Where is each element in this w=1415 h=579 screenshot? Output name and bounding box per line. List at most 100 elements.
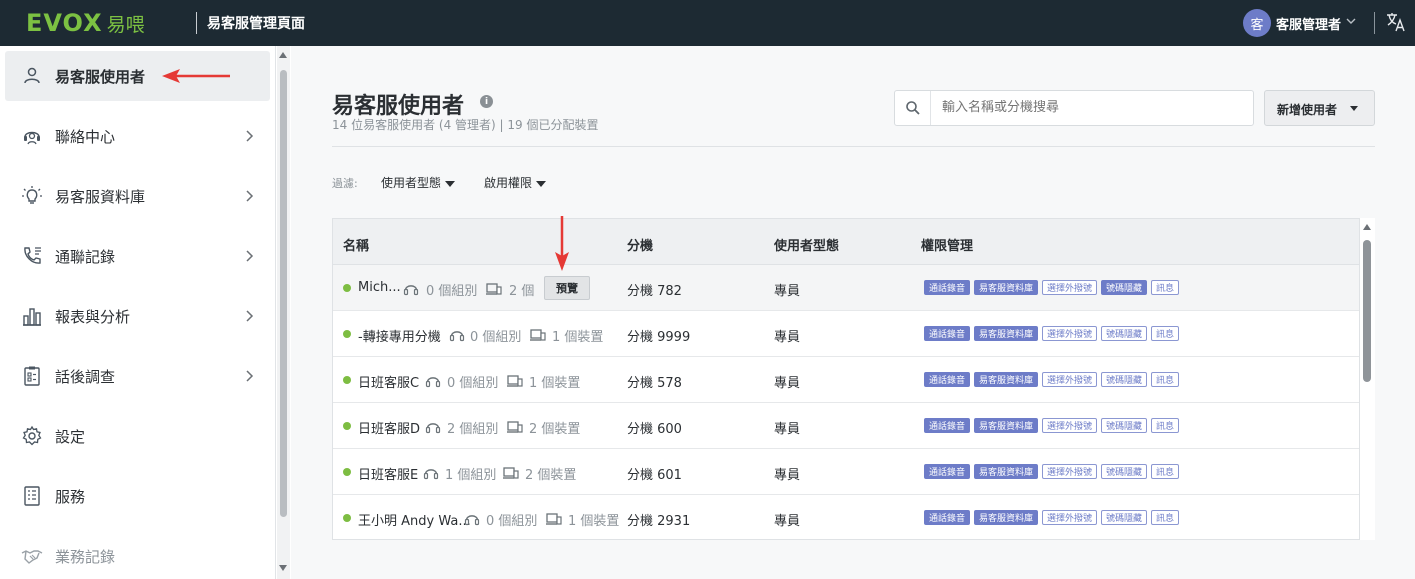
permission-badge[interactable]: 易客服資料庫 [974,464,1038,479]
table-row[interactable]: 日班客服C 0 個組別 1 個裝置 分機 578 專員 通話錄音 易客服資料庫 選擇外撥號 號碼… [333,357,1359,403]
devices-icon [530,329,546,341]
scroll-down-arrow-icon[interactable] [279,565,287,571]
scrollbar-thumb[interactable] [1363,240,1371,382]
permission-badge[interactable]: 易客服資料庫 [974,326,1038,341]
user-name[interactable]: Mich... [358,280,401,295]
user-type-cell: 專員 [774,284,801,299]
permission-badge[interactable]: 易客服資料庫 [974,372,1038,387]
filter-user-type[interactable]: 使用者型態 [381,174,456,191]
sidebar-item-label: 易客服資料庫 [55,187,146,206]
sidebar-item-survey[interactable]: 話後調查 [5,351,270,401]
permission-badge[interactable]: 通話錄音 [924,372,970,387]
permission-badge[interactable]: 選擇外撥號 [1042,326,1097,341]
sidebar-item-contact-center[interactable]: 聯絡中心 [5,111,270,161]
permission-badge[interactable]: 號碼隱藏 [1101,510,1147,525]
devices-icon [503,467,519,479]
sidebar-item-settings[interactable]: 設定 [5,411,270,461]
permission-badge[interactable]: 易客服資料庫 [974,510,1038,525]
scroll-up-arrow-icon[interactable] [1363,224,1371,230]
table-row[interactable]: 日班客服E 1 個組別 2 個裝置 分機 601 專員 通話錄音 易客服資料庫 選擇外撥號 號碼… [333,449,1359,495]
permission-badge[interactable]: 訊息 [1151,510,1179,525]
permission-badge[interactable]: 訊息 [1151,464,1179,479]
scrollbar-thumb[interactable] [280,70,287,517]
add-user-button[interactable]: 新增使用者 [1264,90,1375,126]
table-row[interactable]: Mich... 0 個組別 2 個預覽 分機 782 專員 通話錄音 易客服資料庫 選擇外撥號… [333,265,1359,311]
table-scrollbar[interactable] [1360,218,1375,540]
extension-cell: 分機 9999 [627,330,691,345]
permission-badge[interactable]: 訊息 [1151,372,1179,387]
permission-badge[interactable]: 選擇外撥號 [1042,372,1097,387]
column-header-user-type[interactable]: 使用者型態 [774,235,839,254]
sidebar-item-label: 設定 [55,427,86,446]
chevron-right-icon [246,130,254,142]
user-name[interactable]: 日班客服C [358,372,419,391]
permission-badge[interactable]: 易客服資料庫 [974,418,1038,433]
table-row[interactable]: 日班客服D 2 個組別 2 個裝置 分機 600 專員 通話錄音 易客服資料庫 選擇外撥號 號碼… [333,403,1359,449]
preview-button[interactable]: 預覽 [544,276,590,300]
permission-badge[interactable]: 通話錄音 [924,280,970,295]
filter-permissions[interactable]: 啟用權限 [484,174,547,191]
group-count: 0 個組別 [486,514,538,529]
sidebar-item-knowledge-base[interactable]: 易客服資料庫 [5,171,270,221]
info-icon[interactable]: i [480,95,493,108]
filter-label: 過濾: [332,177,358,190]
device-count: 2 個 [509,284,535,299]
device-count: 1 個裝置 [529,376,581,391]
permission-badge[interactable]: 訊息 [1151,326,1179,341]
permission-badge[interactable]: 通話錄音 [924,464,970,479]
sidebar-item-call-logs[interactable]: 通聯記錄 [5,231,270,281]
table-header: 名稱 分機 使用者型態 權限管理 [333,219,1359,265]
device-count: 2 個裝置 [525,468,577,483]
permission-badge[interactable]: 號碼隱藏 [1101,326,1147,341]
permission-badge[interactable]: 通話錄音 [924,510,970,525]
permission-badge[interactable]: 號碼隱藏 [1101,418,1147,433]
translate-icon[interactable] [1385,11,1407,33]
user-name[interactable]: 王小明 Andy Wa... [358,510,471,529]
user-name[interactable]: 日班客服E [358,464,418,483]
divider [1374,12,1375,34]
permission-badge[interactable]: 訊息 [1151,280,1179,295]
sidebar-item-services[interactable]: 服務 [5,471,270,521]
permission-badge[interactable]: 通話錄音 [924,326,970,341]
user-menu-name[interactable]: 客服管理者 [1276,14,1341,33]
avatar[interactable]: 客 [1243,9,1271,37]
table-row[interactable]: 王小明 Andy Wa... 0 個組別 1 個裝置 分機 2931 專員 通話錄音 易客服… [333,495,1359,539]
search-input[interactable] [942,100,1242,115]
app-logo[interactable]: EVOX 易喂 [26,9,145,37]
extension-cell: 分機 782 [627,284,682,299]
permission-badge[interactable]: 號碼隱藏 [1101,464,1147,479]
sidebar-item-label: 聯絡中心 [55,127,116,146]
chevron-right-icon [246,310,254,322]
chevron-down-icon[interactable] [1346,14,1356,28]
group-count: 0 個組別 [470,330,522,345]
column-header-name[interactable]: 名稱 [343,235,369,254]
permission-badge[interactable]: 選擇外撥號 [1042,280,1097,295]
scroll-up-arrow-icon[interactable] [279,52,287,58]
permission-badge[interactable]: 號碼隱藏 [1101,280,1147,295]
annotation-arrow-left-icon [162,69,230,83]
user-name[interactable]: -轉接專用分機 [358,326,441,345]
users-table: 名稱 分機 使用者型態 權限管理 Mich... 0 個組別 2 個預覽 分機 782… [332,218,1360,540]
permission-badge[interactable]: 選擇外撥號 [1042,418,1097,433]
sidebar-item-label: 通聯記錄 [55,247,116,266]
column-header-extension[interactable]: 分機 [627,235,653,254]
extension-cell: 分機 578 [627,376,682,391]
search-box [894,90,1254,126]
sidebar-item-business-records[interactable]: 業務記錄 [5,531,270,579]
permission-badge[interactable]: 訊息 [1151,418,1179,433]
permission-badge[interactable]: 通話錄音 [924,418,970,433]
annotation-arrow-down-icon [555,216,569,271]
table-row[interactable]: -轉接專用分機 0 個組別 1 個裝置 分機 9999 專員 通話錄音 易客服資料庫 選擇外撥… [333,311,1359,357]
permission-badge[interactable]: 選擇外撥號 [1042,510,1097,525]
column-header-permissions[interactable]: 權限管理 [921,235,973,254]
permission-badge[interactable]: 易客服資料庫 [974,280,1038,295]
user-icon [24,67,40,84]
user-name[interactable]: 日班客服D [358,418,420,437]
group-count: 2 個組別 [447,422,499,437]
permission-badge[interactable]: 選擇外撥號 [1042,464,1097,479]
headset-icon [24,131,40,145]
headset-icon [464,515,480,526]
sidebar-item-reports[interactable]: 報表與分析 [5,291,270,341]
sidebar-scrollbar[interactable] [277,46,290,579]
permission-badge[interactable]: 號碼隱藏 [1101,372,1147,387]
